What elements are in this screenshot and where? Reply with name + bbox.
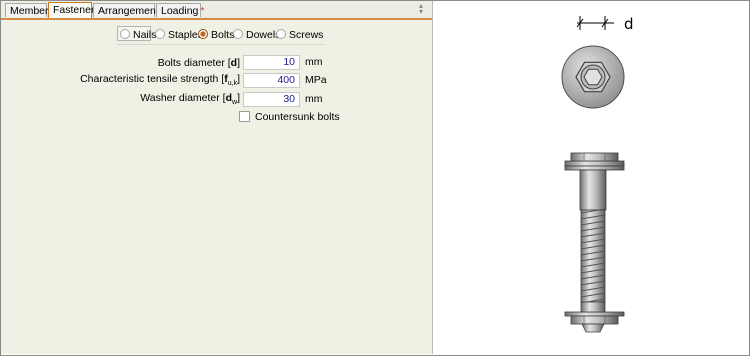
washer-diameter-unit: mm bbox=[305, 93, 323, 105]
fastener-settings-panel: Members Fasteners Arrangement* Loading* … bbox=[1, 1, 433, 354]
divider bbox=[117, 44, 325, 45]
tensile-strength-label: Characteristic tensile strength [fu,k] bbox=[80, 72, 240, 91]
fastener-type-group: Nails Staples Bolts Dowels Screws bbox=[117, 26, 325, 43]
label-bracket: ] bbox=[237, 73, 240, 85]
bolts-diameter-unit: mm bbox=[305, 56, 323, 68]
bolt-drawing: d bbox=[561, 15, 634, 333]
label-text: Washer diameter [ bbox=[140, 92, 226, 104]
countersunk-label: Countersunk bolts bbox=[255, 111, 340, 123]
tensile-strength-unit: MPa bbox=[305, 74, 327, 86]
radio-dot bbox=[120, 29, 130, 39]
label-bracket: ] bbox=[237, 92, 240, 104]
radio-dot bbox=[233, 29, 243, 39]
radio-label: Bolts bbox=[211, 29, 235, 41]
tab-fasteners[interactable]: Fasteners bbox=[48, 2, 100, 19]
dimension-label: d bbox=[624, 15, 634, 33]
pin-icon[interactable]: ▴ ▾ bbox=[419, 2, 427, 16]
bolts-diameter-input[interactable]: 10 bbox=[243, 55, 300, 70]
radio-screws[interactable]: Screws bbox=[276, 28, 323, 42]
tab-members[interactable]: Members bbox=[5, 3, 54, 17]
tensile-strength-row: Characteristic tensile strength [fu,k] 4… bbox=[1, 72, 432, 88]
bolt-top-view bbox=[561, 45, 625, 109]
tab-underline bbox=[1, 18, 432, 20]
washer-diameter-row: Washer diameter [dw] 30 mm bbox=[1, 91, 432, 107]
washer-diameter-label: Washer diameter [dw] bbox=[140, 91, 240, 110]
bolts-diameter-row: Bolts diameter [d] 10 mm bbox=[1, 55, 432, 71]
radio-dot bbox=[155, 29, 165, 39]
radio-dot bbox=[276, 29, 286, 39]
tab-label: Arrangement bbox=[98, 5, 159, 17]
dimension-marker bbox=[576, 16, 614, 30]
radio-staples[interactable]: Staples bbox=[155, 28, 203, 42]
radio-label: Screws bbox=[289, 29, 324, 41]
label-bracket: ] bbox=[237, 57, 240, 69]
required-marker: * bbox=[200, 5, 205, 17]
washer-diameter-input[interactable]: 30 bbox=[243, 92, 300, 107]
radio-dowels[interactable]: Dowels bbox=[233, 28, 280, 42]
checkbox-box bbox=[239, 111, 250, 122]
bolts-diameter-label: Bolts diameter [d] bbox=[158, 56, 240, 70]
tab-arrangement[interactable]: Arrangement* bbox=[93, 3, 165, 17]
radio-dot bbox=[198, 29, 208, 39]
bolt-drawing-panel: d bbox=[434, 1, 748, 354]
radio-nails[interactable]: Nails bbox=[120, 28, 156, 42]
bolt-side-view bbox=[564, 152, 625, 333]
tensile-strength-input[interactable]: 400 bbox=[243, 73, 300, 88]
tab-label: Loading bbox=[161, 5, 199, 17]
tab-bar: Members Fasteners Arrangement* Loading* … bbox=[1, 1, 432, 20]
tab-loading[interactable]: Loading * bbox=[156, 3, 205, 17]
radio-label: Nails bbox=[133, 29, 157, 41]
label-subscript: u,k bbox=[227, 80, 238, 88]
countersunk-checkbox[interactable]: Countersunk bolts bbox=[239, 111, 340, 124]
label-text: Bolts diameter [ bbox=[157, 57, 231, 69]
label-text: Characteristic tensile strength [ bbox=[80, 73, 225, 85]
radio-bolts[interactable]: Bolts bbox=[198, 28, 234, 42]
